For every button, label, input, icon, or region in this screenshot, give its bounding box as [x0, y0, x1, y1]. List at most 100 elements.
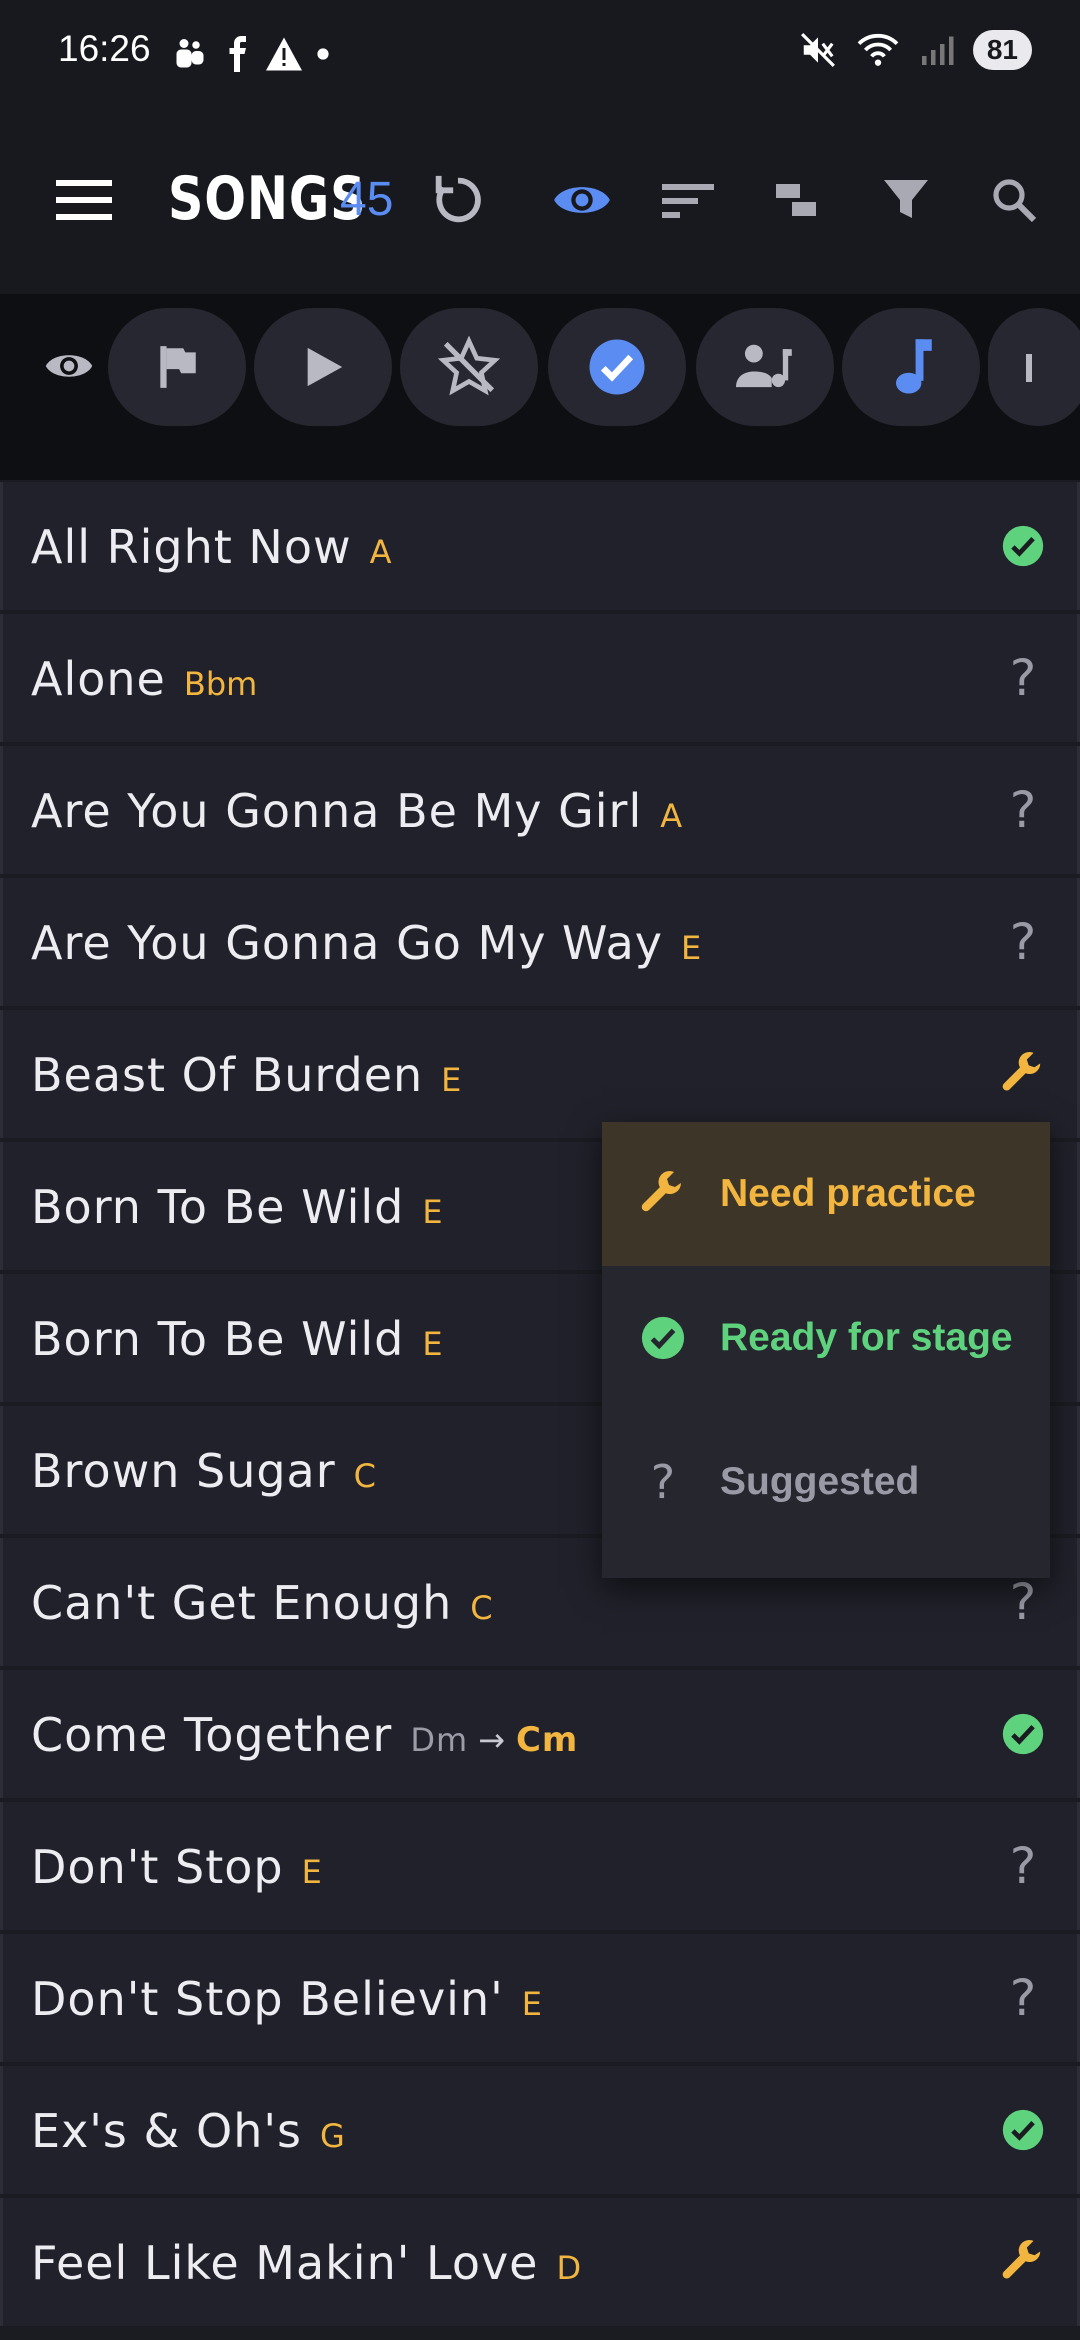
filter-chip-strip[interactable]	[0, 294, 1080, 480]
song-name: Feel Like Makin' Love	[31, 2236, 539, 2290]
song-key: A	[369, 533, 392, 571]
song-name: Born To Be Wild	[31, 1180, 405, 1234]
status-suggested-button[interactable]: ?	[995, 1838, 1051, 1894]
status-bar: 16:26 81	[0, 0, 1080, 110]
song-key: E	[441, 1061, 462, 1099]
song-key: C	[470, 1589, 493, 1627]
filter-chip-more[interactable]	[988, 308, 1080, 426]
song-row[interactable]: Alone Bbm ?	[0, 614, 1080, 742]
status-ready-button[interactable]	[995, 518, 1051, 574]
song-name: Don't Stop Believin'	[31, 1972, 504, 2026]
transposed-key: Cm	[515, 1720, 579, 1760]
menu-button[interactable]	[44, 160, 124, 240]
eye-icon	[45, 355, 93, 377]
question-icon: ?	[1009, 1969, 1037, 2027]
app-toolbar: SONGS 45	[0, 110, 1080, 294]
sort-button[interactable]	[648, 160, 728, 240]
song-title: Ex's & Oh's G	[31, 2104, 345, 2158]
menu-item-ready-for-stage[interactable]: Ready for stage	[602, 1266, 1050, 1410]
teams-icon	[176, 39, 204, 68]
song-name: Can't Get Enough	[31, 1576, 453, 1630]
refresh-button[interactable]	[418, 160, 498, 240]
menu-item-suggested[interactable]: ? Suggested	[602, 1410, 1050, 1554]
song-title: Alone Bbm	[31, 652, 257, 706]
transpose-arrow: →	[478, 1721, 506, 1759]
status-suggested-button[interactable]: ?	[995, 1574, 1051, 1630]
refresh-icon	[435, 175, 481, 223]
filter-button[interactable]	[866, 160, 946, 240]
visibility-button[interactable]	[542, 160, 622, 240]
song-title: Beast Of Burden E	[31, 1048, 461, 1102]
song-name: Don't Stop	[31, 1840, 284, 1894]
song-row[interactable]: Are You Gonna Go My Way E ?	[0, 878, 1080, 1006]
song-key: A	[660, 797, 683, 835]
status-ready-button[interactable]	[995, 1706, 1051, 1762]
status-suggested-button[interactable]: ?	[995, 650, 1051, 706]
status-suggested-button[interactable]: ?	[995, 1970, 1051, 2026]
person-music-icon	[736, 344, 792, 388]
song-key: Bbm	[183, 665, 258, 703]
question-icon: ?	[1009, 781, 1037, 839]
status-suggested-button[interactable]: ?	[995, 782, 1051, 838]
status-practice-button[interactable]	[995, 1046, 1051, 1102]
filter-chip-flag[interactable]	[108, 308, 246, 426]
check-circle-icon	[1002, 525, 1044, 567]
song-name: All Right Now	[31, 520, 352, 574]
group-button[interactable]	[756, 160, 836, 240]
song-key: G	[320, 2117, 345, 2155]
song-key: E	[521, 1985, 542, 2023]
song-name: Come Together	[31, 1708, 393, 1762]
search-button[interactable]	[974, 160, 1054, 240]
status-practice-button[interactable]	[995, 2234, 1051, 2290]
song-row[interactable]: All Right Now A	[0, 482, 1080, 610]
filter-chip-star-off[interactable]	[400, 308, 538, 426]
song-row[interactable]: Ex's & Oh's G	[0, 2066, 1080, 2194]
clock: 16:26	[58, 28, 151, 69]
song-name: Beast Of Burden	[31, 1048, 424, 1102]
song-title: Are You Gonna Be My Girl A	[31, 784, 682, 838]
song-name: Are You Gonna Go My Way	[31, 916, 664, 970]
filter-chip-play[interactable]	[254, 308, 392, 426]
song-title: Are You Gonna Go My Way E	[31, 916, 701, 970]
wrench-icon	[1002, 2240, 1041, 2279]
mute-icon	[800, 33, 835, 67]
song-row[interactable]: Don't Stop E ?	[0, 1802, 1080, 1930]
song-key: C	[353, 1457, 376, 1495]
song-row[interactable]: Come Together Dm → Cm	[0, 1670, 1080, 1798]
song-count: 45	[340, 173, 394, 226]
song-title: Born To Be Wild E	[31, 1180, 443, 1234]
status-ready-button[interactable]	[995, 2102, 1051, 2158]
wifi-icon	[857, 33, 899, 66]
song-title: Come Together Dm → Cm	[31, 1708, 578, 1762]
check-circle-icon	[589, 339, 645, 395]
menu-item-label: Suggested	[720, 1460, 920, 1503]
play-icon	[307, 347, 343, 387]
battery-indicator: 81	[972, 30, 1032, 70]
song-name: Are You Gonna Be My Girl	[31, 784, 643, 838]
menu-item-need-practice[interactable]: Need practice	[602, 1122, 1050, 1266]
song-row[interactable]: Beast Of Burden E	[0, 1010, 1080, 1138]
original-key: Dm	[410, 1721, 469, 1759]
filter-chip-ready[interactable]	[548, 308, 686, 426]
status-suggested-button[interactable]: ?	[995, 914, 1051, 970]
filter-icon	[884, 180, 928, 218]
hamburger-icon	[56, 180, 112, 220]
song-row[interactable]: Are You Gonna Be My Girl A ?	[0, 746, 1080, 874]
question-icon: ?	[650, 1455, 676, 1509]
filter-chip-music[interactable]	[842, 308, 980, 426]
wrench-icon	[1002, 1052, 1041, 1091]
check-circle-icon	[638, 1313, 688, 1363]
song-title: Feel Like Makin' Love D	[31, 2236, 581, 2290]
check-circle-icon	[1002, 2109, 1044, 2151]
song-name: Ex's & Oh's	[31, 2104, 302, 2158]
system-icons: 81	[799, 30, 1032, 70]
status-menu: Need practice Ready for stage ? Suggeste…	[602, 1122, 1050, 1578]
question-icon: ?	[1009, 913, 1037, 971]
warning-icon	[266, 37, 302, 71]
song-title: All Right Now A	[31, 520, 391, 574]
song-row[interactable]: Feel Like Makin' Love D	[0, 2198, 1080, 2326]
filter-chip-singer[interactable]	[696, 308, 834, 426]
menu-item-label: Ready for stage	[720, 1316, 1013, 1359]
facebook-icon	[229, 36, 246, 72]
song-row[interactable]: Don't Stop Believin' E ?	[0, 1934, 1080, 2062]
